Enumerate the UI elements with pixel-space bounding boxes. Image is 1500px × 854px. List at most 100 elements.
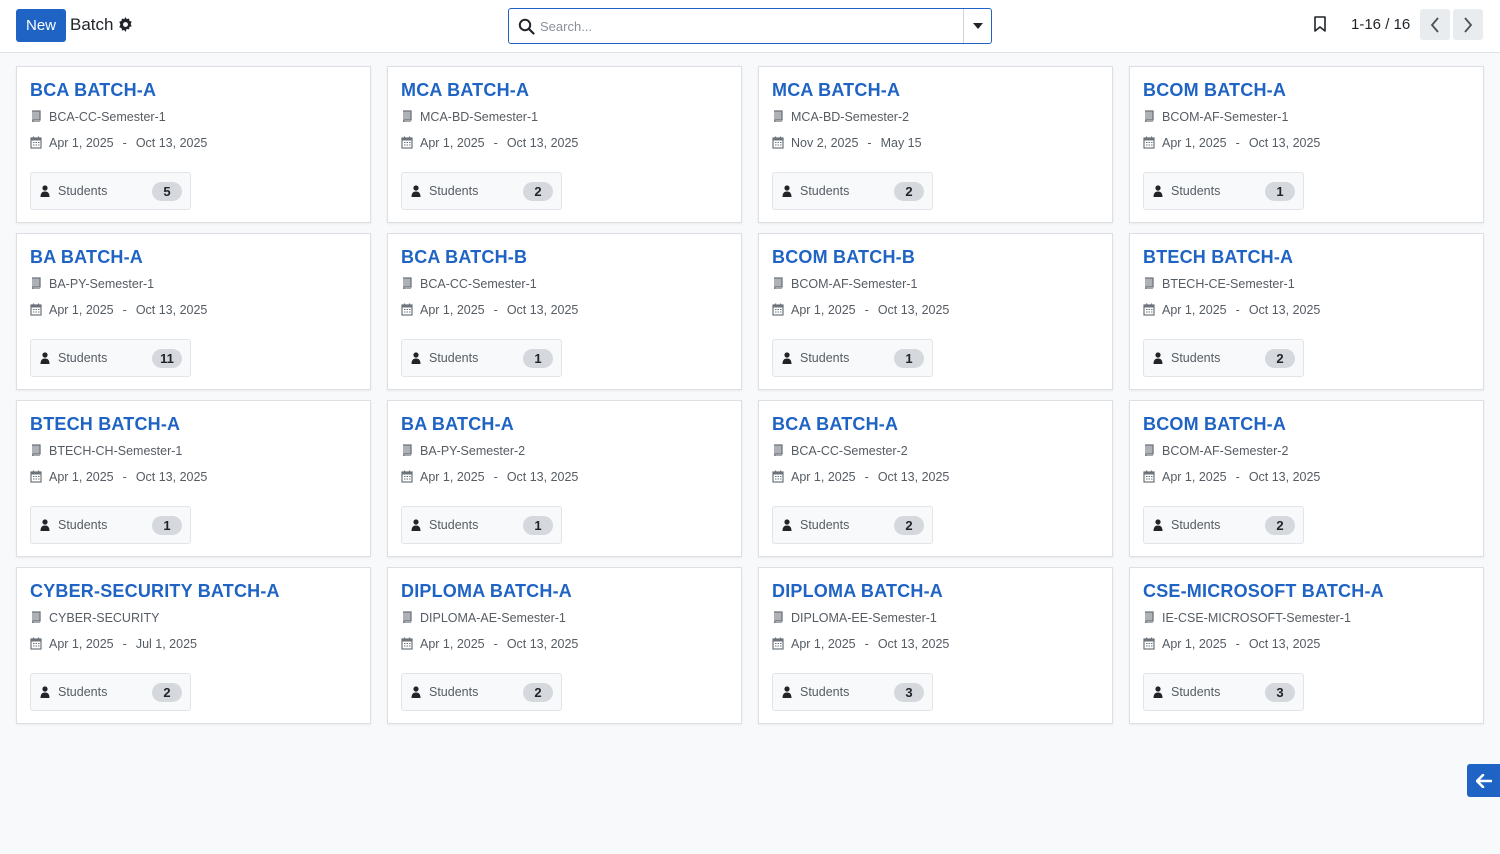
batch-card[interactable]: DIPLOMA BATCH-A DIPLOMA-EE-Semester-1 Apr … [758, 567, 1113, 724]
batch-card[interactable]: BA BATCH-A BA-PY-Semester-2 Apr 1, 2025- Oc… [387, 400, 742, 557]
students-button[interactable]: Students 2 [1143, 339, 1304, 377]
back-arrow-button[interactable] [1467, 764, 1500, 797]
calendar-icon [30, 470, 43, 483]
batch-card[interactable]: BA BATCH-A BA-PY-Semester-1 Apr 1, 2025- Oc… [16, 233, 371, 390]
batch-title[interactable]: BCA BATCH-A [772, 413, 1099, 435]
batch-title[interactable]: BCOM BATCH-A [1143, 79, 1470, 101]
course-row: BCOM-AF-Semester-1 [772, 273, 1099, 294]
start-date: Apr 1, 2025 [1162, 135, 1227, 150]
book-icon [772, 444, 785, 457]
date-separator: - [864, 302, 869, 317]
book-icon [1143, 277, 1156, 290]
batch-card[interactable]: BCA BATCH-A BCA-CC-Semester-1 Apr 1, 2025-… [16, 66, 371, 223]
calendar-icon [30, 136, 43, 149]
students-label: Students [58, 518, 108, 532]
course-name: BCOM-AF-Semester-1 [791, 276, 918, 291]
batch-card[interactable]: BCA BATCH-B BCA-CC-Semester-1 Apr 1, 2025-… [387, 233, 742, 390]
students-button[interactable]: Students 2 [1143, 506, 1304, 544]
course-row: BCOM-AF-Semester-2 [1143, 440, 1470, 461]
calendar-icon [1143, 303, 1156, 316]
end-date: Oct 13, 2025 [135, 302, 208, 317]
students-label: Students [1171, 351, 1221, 365]
students-button[interactable]: Students 3 [1143, 673, 1304, 711]
user-icon [40, 686, 51, 698]
date-separator: - [122, 469, 127, 484]
batch-card[interactable]: DIPLOMA BATCH-A DIPLOMA-AE-Semester-1 Apr … [387, 567, 742, 724]
students-button[interactable]: Students 11 [30, 339, 191, 377]
batch-card[interactable]: MCA BATCH-A MCA-BD-Semester-2 Nov 2, 2025-… [758, 66, 1113, 223]
batch-title[interactable]: BTECH BATCH-A [1143, 246, 1470, 268]
course-row: BA-PY-Semester-1 [30, 273, 357, 294]
book-icon [401, 444, 414, 457]
gear-icon[interactable] [118, 17, 133, 32]
end-date: Oct 13, 2025 [135, 469, 208, 484]
pager-previous-button[interactable] [1420, 9, 1450, 40]
students-button[interactable]: Students 1 [401, 506, 562, 544]
date-separator: - [493, 302, 498, 317]
batch-title[interactable]: BCOM BATCH-B [772, 246, 1099, 268]
date-row: Apr 1, 2025- Oct 13, 2025 [30, 132, 357, 153]
date-row: Apr 1, 2025- Oct 13, 2025 [772, 299, 1099, 320]
pager-value[interactable]: 1-16 / 16 [1351, 16, 1410, 33]
batch-card[interactable]: BTECH BATCH-A BTECH-CE-Semester-1 Apr 1, 2… [1129, 233, 1484, 390]
students-button[interactable]: Students 1 [30, 506, 191, 544]
students-count-badge: 2 [523, 683, 553, 702]
students-button[interactable]: Students 3 [772, 673, 933, 711]
start-date: Apr 1, 2025 [420, 302, 485, 317]
control-panel: New Batch 1-16 / 16 [0, 0, 1500, 53]
user-icon [1153, 686, 1164, 698]
end-date: Jul 1, 2025 [135, 636, 197, 651]
students-button[interactable]: Students 2 [772, 506, 933, 544]
date-row: Apr 1, 2025- Oct 13, 2025 [772, 633, 1099, 654]
students-button[interactable]: Students 5 [30, 172, 191, 210]
students-button[interactable]: Students 2 [401, 172, 562, 210]
students-label: Students [800, 184, 850, 198]
batch-title[interactable]: MCA BATCH-A [401, 79, 728, 101]
students-button[interactable]: Students 1 [401, 339, 562, 377]
batch-title[interactable]: CSE-MICROSOFT BATCH-A [1143, 580, 1470, 602]
batch-card[interactable]: BCOM BATCH-A BCOM-AF-Semester-2 Apr 1, 202… [1129, 400, 1484, 557]
search-options-toggle[interactable] [963, 9, 991, 43]
search-input[interactable] [540, 13, 960, 39]
students-button[interactable]: Students 2 [401, 673, 562, 711]
date-row: Apr 1, 2025- Oct 13, 2025 [772, 466, 1099, 487]
user-icon [40, 352, 51, 364]
pager-next-button[interactable] [1453, 9, 1483, 40]
batch-card[interactable]: BCA BATCH-A BCA-CC-Semester-2 Apr 1, 2025-… [758, 400, 1113, 557]
course-row: DIPLOMA-EE-Semester-1 [772, 607, 1099, 628]
batch-card[interactable]: BCOM BATCH-A BCOM-AF-Semester-1 Apr 1, 202… [1129, 66, 1484, 223]
calendar-icon [401, 136, 414, 149]
batch-title[interactable]: BCA BATCH-B [401, 246, 728, 268]
batch-card[interactable]: CYBER-SECURITY BATCH-A CYBER-SECURITY Apr … [16, 567, 371, 724]
students-button[interactable]: Students 1 [1143, 172, 1304, 210]
batch-title[interactable]: DIPLOMA BATCH-A [772, 580, 1099, 602]
batch-title[interactable]: CYBER-SECURITY BATCH-A [30, 580, 357, 602]
students-button[interactable]: Students 1 [772, 339, 933, 377]
students-label: Students [800, 685, 850, 699]
batch-title[interactable]: MCA BATCH-A [772, 79, 1099, 101]
end-date: Oct 13, 2025 [1248, 135, 1321, 150]
course-name: BCA-CC-Semester-1 [420, 276, 537, 291]
students-button[interactable]: Students 2 [772, 172, 933, 210]
batch-card[interactable]: BTECH BATCH-A BTECH-CH-Semester-1 Apr 1, 2… [16, 400, 371, 557]
date-separator: - [1235, 135, 1240, 150]
new-button[interactable]: New [16, 9, 66, 42]
batch-card[interactable]: CSE-MICROSOFT BATCH-A IE-CSE-MICROSOFT-Se… [1129, 567, 1484, 724]
students-count-badge: 3 [1265, 683, 1295, 702]
batch-title[interactable]: DIPLOMA BATCH-A [401, 580, 728, 602]
batch-title[interactable]: BTECH BATCH-A [30, 413, 357, 435]
date-row: Apr 1, 2025- Jul 1, 2025 [30, 633, 357, 654]
batch-title[interactable]: BA BATCH-A [401, 413, 728, 435]
batch-title[interactable]: BA BATCH-A [30, 246, 357, 268]
batch-card[interactable]: MCA BATCH-A MCA-BD-Semester-1 Apr 1, 2025-… [387, 66, 742, 223]
bookmark-icon[interactable] [1313, 16, 1327, 32]
date-separator: - [493, 636, 498, 651]
course-row: BCA-CC-Semester-1 [401, 273, 728, 294]
batch-title[interactable]: BCA BATCH-A [30, 79, 357, 101]
students-button[interactable]: Students 2 [30, 673, 191, 711]
batch-card[interactable]: BCOM BATCH-B BCOM-AF-Semester-1 Apr 1, 202… [758, 233, 1113, 390]
batch-title[interactable]: BCOM BATCH-A [1143, 413, 1470, 435]
book-icon [30, 444, 43, 457]
start-date: Apr 1, 2025 [49, 636, 114, 651]
course-row: BTECH-CE-Semester-1 [1143, 273, 1470, 294]
